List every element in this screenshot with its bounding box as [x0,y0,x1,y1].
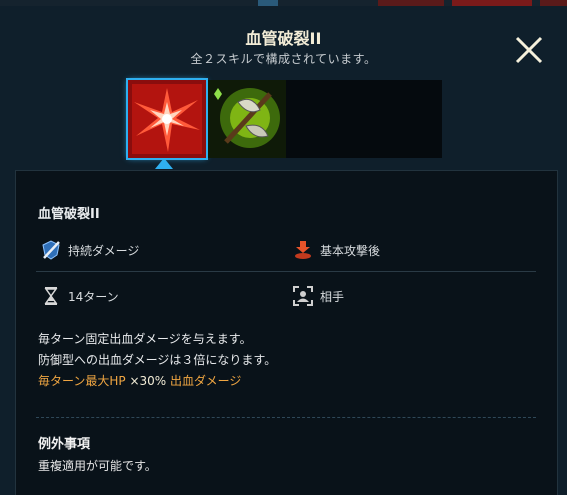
skill-slot-2[interactable] [208,80,286,158]
attr-type: 持続ダメージ [40,239,139,261]
attr-target: 相手 [292,285,344,307]
skill-slot-1[interactable] [126,78,208,160]
attr-target-label: 相手 [320,289,345,304]
sword-shield-icon [40,239,62,261]
close-button[interactable] [512,33,546,67]
skill-description: 毎ターン固定出血ダメージを与えます。 防御型への出血ダメージは３倍になります。 … [38,329,276,392]
description-line: 毎ターン固定出血ダメージを与えます。 [38,332,252,346]
exceptions-title: 例外事項 [38,437,91,452]
attr-type-label: 持続ダメージ [68,243,140,258]
skill-name: 血管破裂II [38,207,100,222]
target-frame-icon [292,285,314,307]
attr-duration: 14ターン [40,285,119,307]
trigger-icon [292,239,314,261]
blood-burst-icon [128,80,206,158]
hourglass-icon [40,285,62,307]
description-highlight: 毎ターン最大HP ×30% 出血ダメージ [38,371,276,392]
attr-timing: 基本攻撃後 [292,239,380,261]
highlight-value: ×30% [129,374,167,388]
green-axe-icon [208,80,286,158]
top-strip [0,0,567,6]
skill-slot-4[interactable] [364,80,442,158]
skill-set-title: 血管破裂II [245,29,322,48]
exceptions-text: 重複適用が可能です。 [38,459,157,473]
attr-duration-label: 14ターン [68,289,119,304]
skill-slot-3[interactable] [286,80,364,158]
attr-timing-label: 基本攻撃後 [320,243,381,258]
description-line: 防御型への出血ダメージは３倍になります。 [38,353,277,367]
highlight-part: 出血ダメージ [166,374,242,388]
close-icon [515,36,543,64]
selection-pointer [155,158,173,169]
skill-set-subtitle: 全２スキルで構成されています。 [190,52,377,66]
skill-detail-panel: 血管破裂II 持続ダメージ 基本攻撃後 14ターン 相手 毎ターン固定出血ダメー… [15,170,558,495]
dashed-divider [36,417,536,418]
divider [36,271,536,272]
highlight-part: 毎ターン最大HP [38,374,130,388]
